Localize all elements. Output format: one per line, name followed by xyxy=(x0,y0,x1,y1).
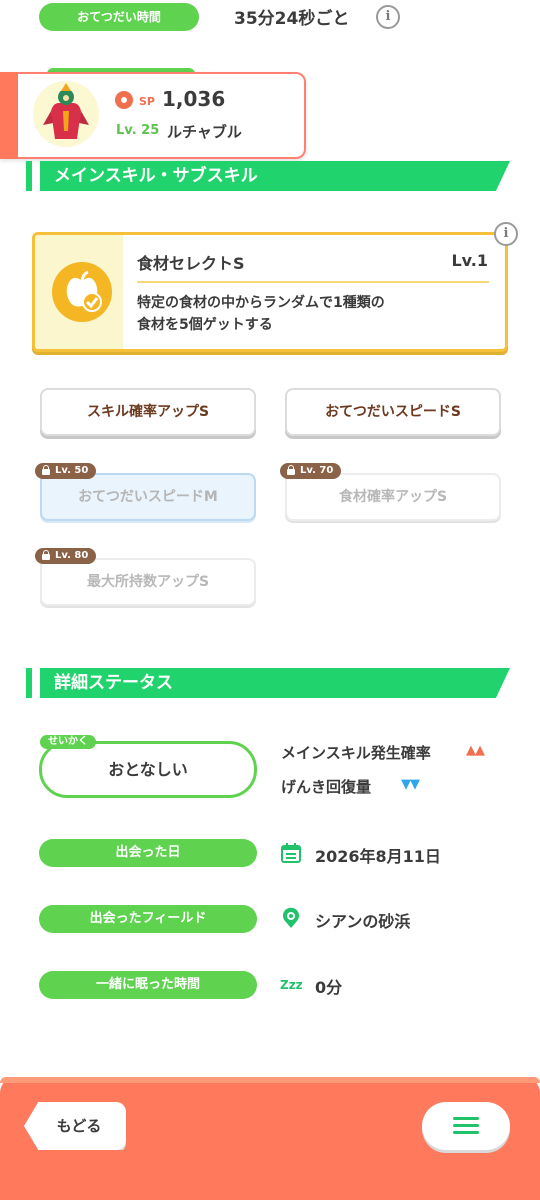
lock-level-badge: Lv. 50 xyxy=(35,463,97,479)
met-date-label: 出会った日 xyxy=(39,839,257,867)
down-arrows-icon: ▼▼ xyxy=(401,777,420,792)
main-skill-name: 食材セレクトS xyxy=(137,254,245,273)
skill-info-icon[interactable]: i xyxy=(494,222,518,246)
card-accent xyxy=(0,72,18,159)
nature-tag: せいかく xyxy=(40,735,96,749)
apple-check-icon xyxy=(52,262,112,322)
sp-pokeball-icon xyxy=(115,91,133,109)
divider xyxy=(137,281,489,283)
sub-skill-button-locked[interactable]: 最大所持数アップS xyxy=(40,558,256,606)
pokemon-avatar xyxy=(33,81,99,147)
met-field-value: シアンの砂浜 xyxy=(315,912,411,931)
sleep-time-label: 一緒に眠った時間 xyxy=(39,971,257,999)
sleep-time-value: 0分 xyxy=(315,978,343,997)
met-field-label: 出会ったフィールド xyxy=(39,905,257,933)
details-section-title: 詳細ステータス xyxy=(40,668,510,698)
pokemon-name: ルチャブル xyxy=(167,123,242,141)
calendar-icon xyxy=(281,843,301,863)
sub-skill-button-locked[interactable]: おてつだいスピードM xyxy=(40,473,256,521)
sp-label: SP xyxy=(139,95,155,108)
pokemon-sprite-icon xyxy=(43,83,89,139)
nature-down-effect: げんき回復量 xyxy=(281,778,372,796)
nature-up-effect: メインスキル発生確率 xyxy=(281,744,431,762)
nature-box[interactable]: おとなしい xyxy=(39,741,257,798)
sub-skill-button[interactable]: おてつだいスピードS xyxy=(285,388,501,436)
lock-level-badge: Lv. 70 xyxy=(280,463,342,479)
sub-skill-button-locked[interactable]: 食材確率アップS xyxy=(285,473,501,521)
sp-value: 1,036 xyxy=(162,87,226,111)
skills-section-header: メインスキル・サブスキル xyxy=(26,161,510,191)
main-skill-description: 特定の食材の中からランダムで1種類の 食材を5個ゲットする xyxy=(137,295,385,333)
skills-section-title: メインスキル・サブスキル xyxy=(40,161,510,191)
details-section-header: 詳細ステータス xyxy=(26,668,510,698)
hamburger-menu-icon xyxy=(453,1117,479,1120)
sleep-zzz-icon: Zzz xyxy=(280,978,303,992)
lock-level-badge: Lv. 80 xyxy=(35,548,97,564)
sub-skill-button[interactable]: スキル確率アップS xyxy=(40,388,256,436)
met-date-value: 2026年8月11日 xyxy=(315,847,441,866)
up-arrows-icon: ▲▲ xyxy=(466,743,485,758)
menu-button[interactable] xyxy=(422,1102,510,1150)
pokemon-level: Lv. 25 xyxy=(116,123,160,138)
info-icon[interactable]: i xyxy=(376,5,400,29)
helping-time-value: 35分24秒ごと xyxy=(234,9,350,29)
back-button[interactable]: もどる xyxy=(24,1102,126,1150)
main-skill-level: Lv.1 xyxy=(451,251,488,270)
helping-time-label: おてつだい時間 xyxy=(39,3,199,31)
location-pin-icon xyxy=(283,907,299,928)
